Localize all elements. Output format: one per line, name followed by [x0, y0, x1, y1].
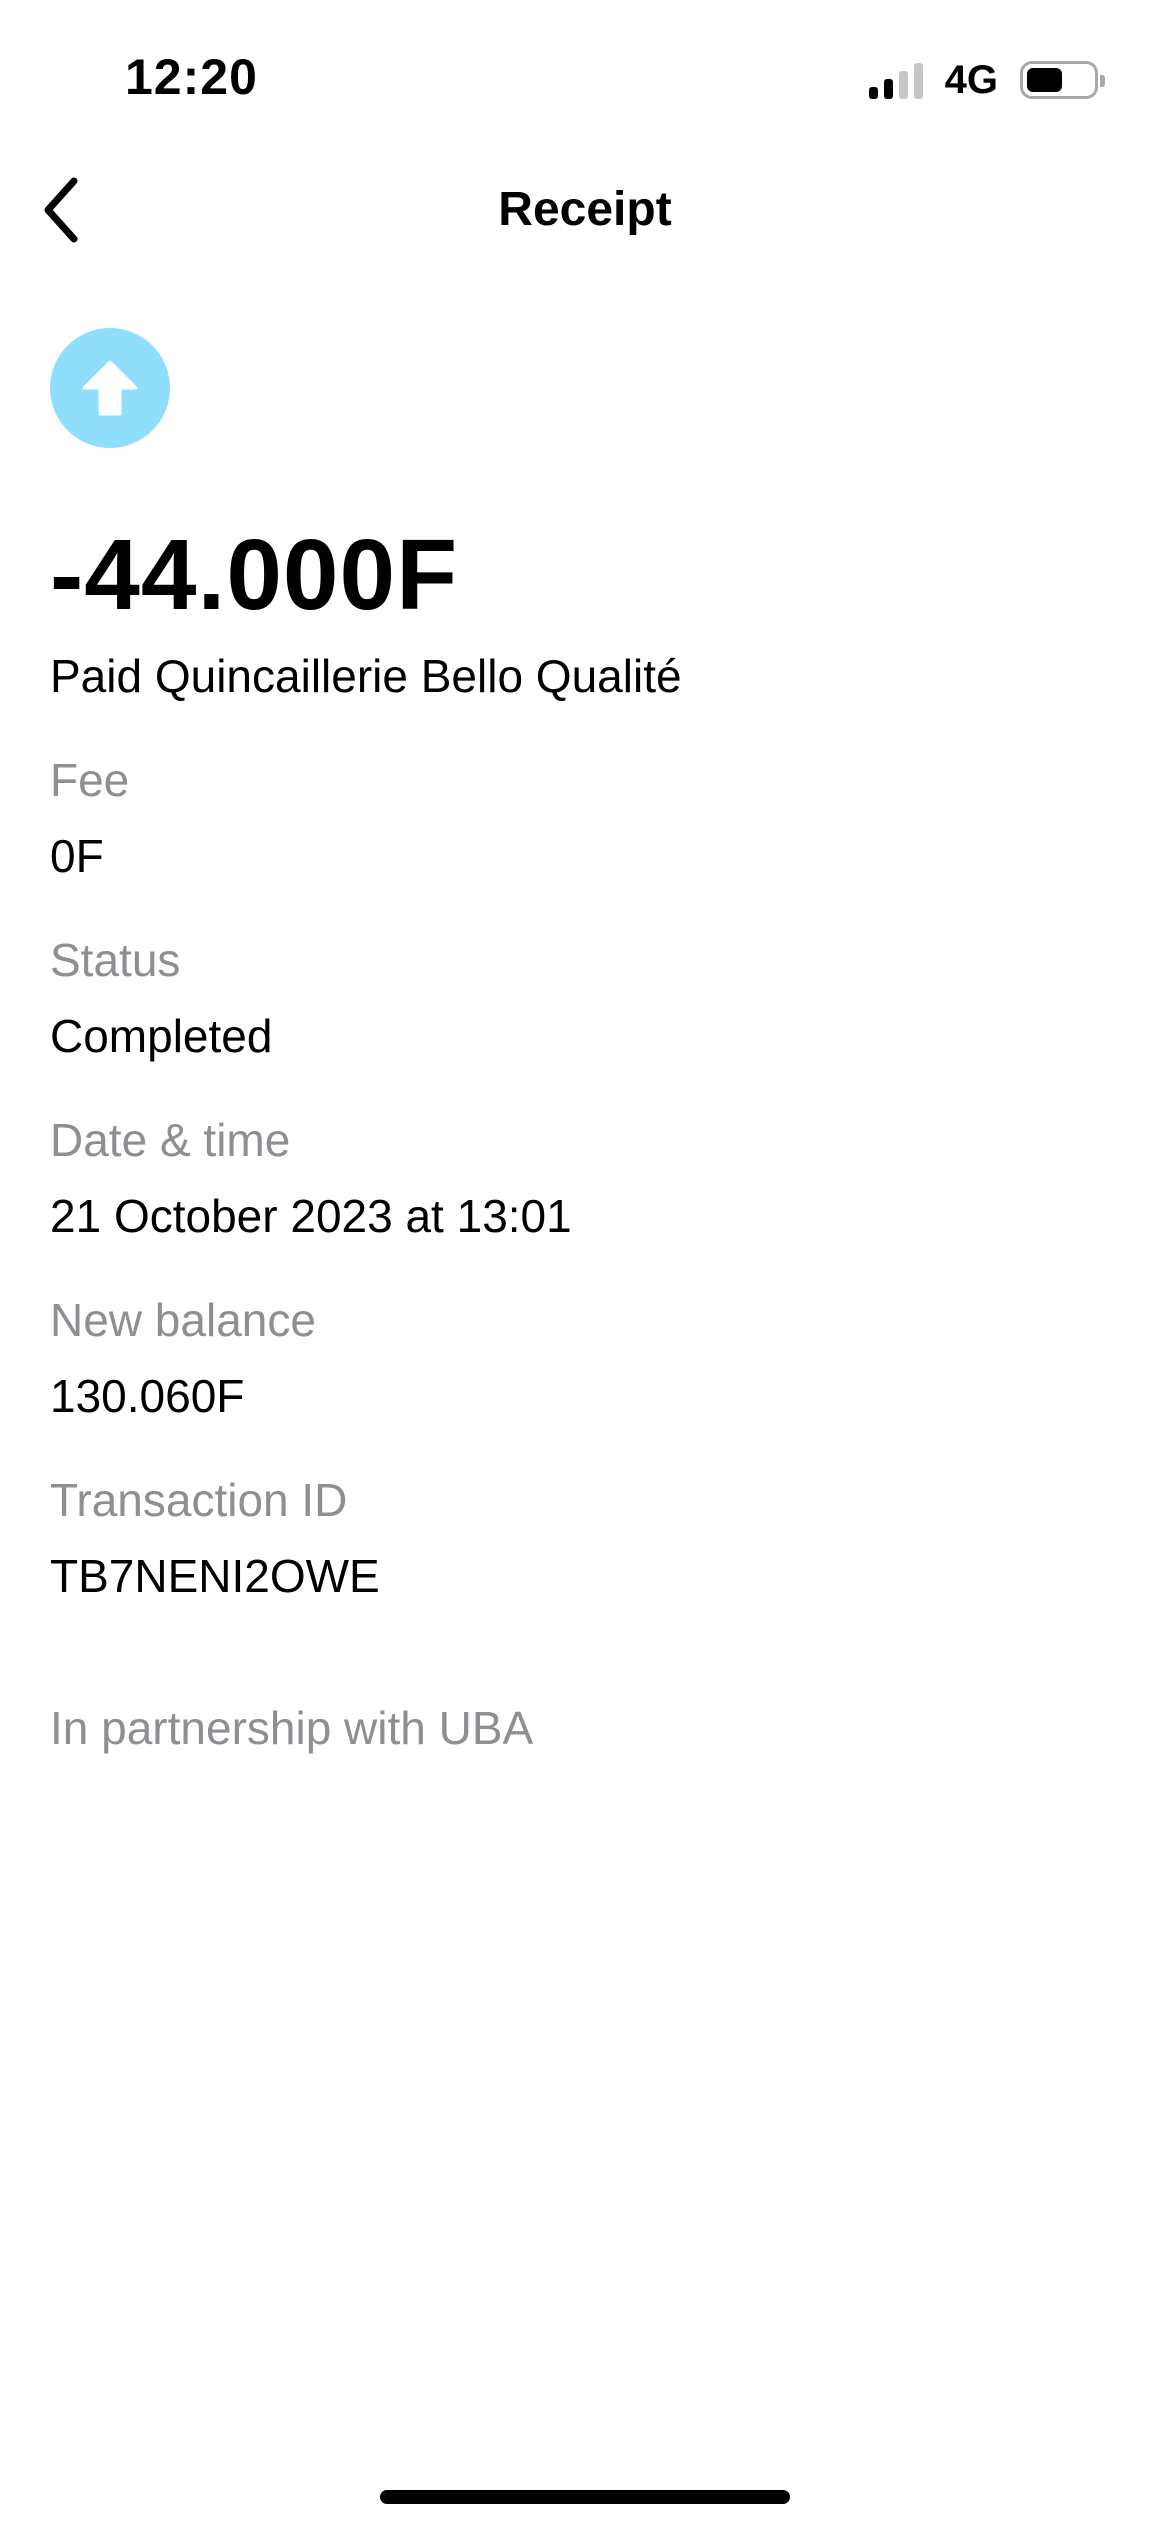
- transaction-id-label: Transaction ID: [50, 1474, 348, 1526]
- receipt-content: -44.000F Paid Quincaillerie Bello Qualit…: [50, 328, 1120, 1756]
- home-indicator: [380, 2490, 790, 2504]
- transaction-id-value: TB7NENI2OWE: [50, 1550, 380, 1602]
- date-time-value: 21 October 2023 at 13:01: [50, 1190, 572, 1242]
- transaction-id-field: Transaction ID TB7NENI2OWE: [50, 1472, 1120, 1604]
- status-time: 12:20: [125, 49, 258, 105]
- new-balance-value: 130.060F: [50, 1370, 245, 1422]
- transaction-description: Paid Quincaillerie Bello Qualité: [50, 650, 682, 702]
- fee-value: 0F: [50, 830, 104, 882]
- status-label: Status: [50, 934, 181, 986]
- arrow-up-icon: [82, 360, 138, 416]
- fee-label: Fee: [50, 754, 130, 806]
- status-bar: 12:20 4G: [0, 0, 1170, 150]
- fee-field: Fee 0F: [50, 752, 1120, 884]
- transaction-type-badge: [50, 328, 170, 448]
- status-indicators: 4G: [868, 56, 1105, 104]
- new-balance-field: New balance 130.060F: [50, 1292, 1120, 1424]
- date-time-field: Date & time 21 October 2023 at 13:01: [50, 1112, 1120, 1244]
- nav-bar: Receipt: [0, 160, 1170, 260]
- transaction-amount: -44.000F: [50, 519, 459, 631]
- status-field: Status Completed: [50, 932, 1120, 1064]
- status-value: Completed: [50, 1010, 273, 1062]
- date-time-label: Date & time: [50, 1114, 291, 1166]
- signal-strength-icon: [868, 61, 923, 99]
- partnership-note: In partnership with UBA: [50, 1702, 534, 1754]
- battery-icon: [1020, 61, 1105, 99]
- new-balance-label: New balance: [50, 1294, 316, 1346]
- page-title: Receipt: [498, 183, 672, 236]
- network-type: 4G: [944, 57, 998, 102]
